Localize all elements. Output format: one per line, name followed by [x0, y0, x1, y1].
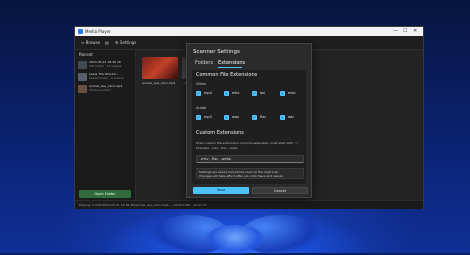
recent-item[interactable]: animal_ape_intro.mp4 Previous video: [78, 84, 134, 95]
cancel-button[interactable]: Cancel: [252, 187, 308, 194]
minimize-icon[interactable]: —: [393, 28, 398, 35]
close-icon[interactable]: ✕: [413, 28, 417, 35]
settings-button[interactable]: ⚙ Settings: [115, 38, 136, 47]
checkmark-icon: ✓: [196, 90, 201, 96]
wallpaper-bloom-center: [205, 225, 265, 255]
checkbox-wav[interactable]: ✓ wav: [224, 114, 246, 120]
tab-extensions[interactable]: Extensions: [218, 60, 245, 66]
checkmark-icon: ✓: [252, 90, 257, 96]
checkbox-label: aac: [288, 115, 295, 119]
recent-item[interactable]: Lewis The Wonder... Saved folder · 4 vid…: [78, 72, 134, 83]
custom-example-text: Example: .mkv, .flac, .webp: [196, 146, 238, 150]
status-text: Playing: C:\VID\2023-05-21 18-36 4K\anim…: [79, 203, 207, 207]
info-box: Settings are saved and will be used on t…: [196, 168, 304, 179]
checkmark-icon: ✓: [224, 90, 229, 96]
folder-thumbnail: [78, 73, 87, 81]
common-extensions-title: Common File Extensions: [196, 72, 258, 78]
back-arrow-icon: ⇦: [81, 40, 85, 45]
checkmark-icon: ✓: [196, 114, 201, 120]
recent-item-subtitle: Saved folder · 4 videos: [89, 76, 124, 80]
selected-tab-indicator: [218, 67, 242, 68]
checkbox-avi[interactable]: ✓ avi: [252, 90, 274, 96]
checkbox-mp3[interactable]: ✓ mp3: [196, 114, 218, 120]
video-name: animal_ape_intro.mp4: [142, 81, 176, 85]
checkbox-label: flac: [260, 115, 267, 119]
checkbox-label: mp4: [204, 91, 212, 95]
info-line-2: Changes will take effect after you click…: [199, 174, 284, 178]
custom-extensions-input[interactable]: .mkv, .flac, .webp: [196, 155, 304, 163]
title-bar: Media Player — ☐ ✕: [75, 27, 423, 36]
open-folder-button[interactable]: Open Folder: [79, 190, 131, 198]
layout-toggle-icon[interactable]: ▤: [105, 38, 109, 47]
checkbox-label: avi: [260, 91, 266, 95]
sidebar: Recent 2023-05-21 18-36 4K VID folder · …: [75, 50, 136, 200]
video-group-label: Video: [196, 82, 206, 86]
checkmark-icon: ✓: [280, 90, 285, 96]
audio-group-label: Audio: [196, 106, 206, 110]
custom-extensions-title: Custom Extensions: [196, 130, 244, 136]
checkbox-mp4[interactable]: ✓ mp4: [196, 90, 218, 96]
video-thumbnail: [142, 57, 178, 79]
browse-button[interactable]: ⇦ Browse: [81, 38, 100, 47]
checkbox-label: mov: [288, 91, 296, 95]
maximize-icon[interactable]: ☐: [403, 28, 407, 35]
checkbox-label: wav: [232, 115, 240, 119]
app-icon: [78, 29, 83, 34]
gear-icon: ⚙: [115, 40, 119, 45]
checkbox-mkv[interactable]: ✓ mkv: [224, 90, 246, 96]
checkmark-icon: ✓: [252, 114, 257, 120]
checkbox-flac[interactable]: ✓ flac: [252, 114, 274, 120]
recent-item-subtitle: VID folder · 12 videos: [89, 64, 122, 68]
recent-item-subtitle: Previous video: [89, 88, 111, 92]
checkbox-label: mkv: [232, 91, 240, 95]
video-card[interactable]: animal_ape_intro.mp4: [142, 57, 178, 85]
window-title: Media Player: [85, 29, 111, 34]
dialog-title: Scanner Settings: [193, 49, 240, 55]
checkmark-icon: ✓: [224, 114, 229, 120]
scanner-settings-dialog: Scanner Settings Folders Extensions Comm…: [186, 43, 312, 198]
checkmark-icon: ✓: [280, 114, 285, 120]
video-thumbnail: [78, 85, 87, 93]
recent-header: Recent: [79, 52, 93, 57]
extensions-panel: Common File Extensions Video ✓ mp4 ✓ mkv…: [192, 70, 306, 184]
recent-item[interactable]: 2023-05-21 18-36 4K VID folder · 12 vide…: [78, 60, 134, 71]
tab-folders[interactable]: Folders: [195, 60, 213, 66]
checkbox-aac[interactable]: ✓ aac: [280, 114, 302, 120]
custom-help-text: Enter custom file extensions (comma-sepa…: [196, 141, 298, 145]
folder-thumbnail: [78, 61, 87, 69]
checkbox-label: mp3: [204, 115, 212, 119]
checkbox-mov[interactable]: ✓ mov: [280, 90, 302, 96]
save-button[interactable]: Save: [193, 187, 249, 194]
settings-label: Settings: [119, 40, 137, 45]
status-bar: Playing: C:\VID\2023-05-21 18-36 4K\anim…: [75, 200, 423, 209]
browse-label: Browse: [85, 40, 101, 45]
